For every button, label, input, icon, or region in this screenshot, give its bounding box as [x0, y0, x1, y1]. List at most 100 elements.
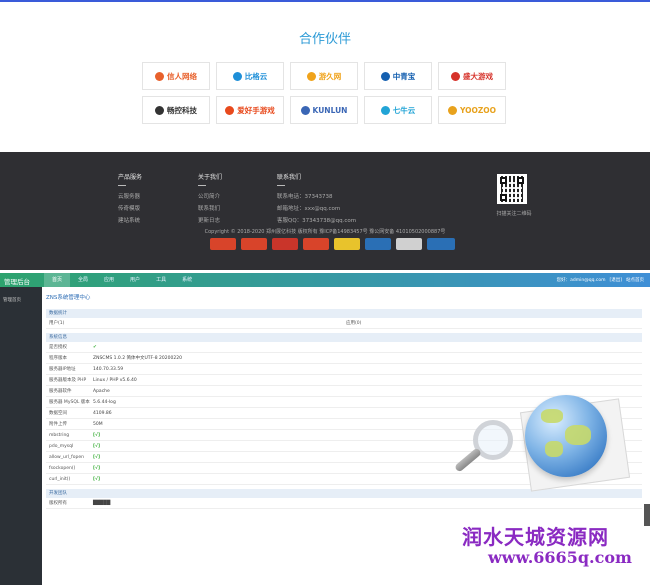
info-label: fsockopen()	[49, 466, 76, 471]
footer-link[interactable]: 传奇模版	[118, 204, 142, 212]
info-value: █████	[93, 501, 111, 506]
trust-badge-icon[interactable]	[334, 238, 360, 250]
footer-divider	[277, 185, 285, 186]
footer-contact-phone: 联系电话：37343738	[277, 194, 333, 200]
nav-item-system[interactable]: 系统	[174, 273, 200, 287]
partner-logo[interactable]: 信人网络	[142, 62, 210, 90]
section-header: 数据统计	[46, 309, 642, 318]
watermark-text: 润水天城资源网	[462, 525, 609, 549]
partner-logo-icon	[225, 105, 235, 115]
info-label: 服务器IP地址	[49, 367, 76, 372]
footer-link[interactable]: 云服务器	[118, 192, 142, 200]
logout-link[interactable]: [退出]	[609, 277, 622, 283]
info-label: 服务器软件	[49, 389, 72, 394]
copyright-text: Copyright © 2018-2020 郑州展亿科技 版权所有 豫ICP备1…	[204, 229, 446, 235]
info-label: pdo_mysql	[49, 444, 74, 449]
info-value: [√]	[93, 444, 101, 449]
info-value: Linux / PHP v5.6.40	[93, 378, 137, 383]
partner-logo[interactable]: 畅控科技	[142, 96, 210, 124]
partner-logo[interactable]: 爱好手游戏	[216, 96, 284, 124]
trust-badge-icon[interactable]	[396, 238, 422, 250]
partner-logo[interactable]: 盛大游戏	[438, 62, 506, 90]
info-label: 附件上传	[49, 422, 67, 427]
partners-title: 合作伙伴	[298, 32, 351, 47]
partner-logo-label: 盛大游戏	[463, 71, 493, 81]
footer-column-products: 产品服务 云服务器 传奇模版 建站系统	[118, 172, 142, 228]
trust-badge-icon[interactable]	[272, 238, 298, 250]
info-label: curl_init()	[49, 477, 71, 482]
info-value: [√]	[93, 433, 101, 438]
page-title: ZNS系统管理中心	[46, 295, 91, 301]
footer-column-title: 联系我们	[277, 174, 302, 181]
partner-logo-icon	[451, 71, 460, 81]
trust-badges	[210, 238, 455, 250]
trust-badge-icon[interactable]	[210, 238, 236, 250]
partner-logo-icon	[155, 71, 164, 81]
footer-link[interactable]: 联系我们	[198, 204, 222, 212]
footer-divider	[198, 185, 206, 186]
info-label: 应用(0)	[346, 321, 362, 326]
trust-badge-icon[interactable]	[241, 238, 267, 250]
admin-sidebar: 管理首页	[0, 287, 42, 585]
magnifier-handle	[453, 447, 483, 473]
footer-column-title: 产品服务	[118, 174, 143, 181]
info-value: 50M	[93, 422, 103, 427]
partner-logo[interactable]: 中青宝	[364, 62, 432, 90]
info-row: 程序版本 ZNSCMS 1.0.2 简体中文UTF-8 20200220	[46, 353, 642, 364]
admin-nav: 首页 全局 应用 用户 工具 系统	[44, 273, 200, 287]
info-label: 是否授权	[49, 345, 67, 350]
footer-column-contact: 联系我们 联系电话：37343738 邮箱地址：xxx@qq.com 客服QQ：…	[277, 172, 356, 228]
partner-logo[interactable]: 七牛云	[364, 96, 432, 124]
watermark-url: www.6665q.com	[488, 548, 632, 567]
trust-badge-icon[interactable]	[427, 238, 455, 250]
info-row: 服务器版本及 PHP Linux / PHP v5.6.40	[46, 375, 642, 386]
partner-logo-icon	[300, 105, 310, 115]
info-label: 用户(1)	[49, 321, 65, 326]
info-value: ZNSCMS 1.0.2 简体中文UTF-8 20200220	[93, 356, 182, 361]
footer-divider	[118, 185, 126, 186]
section-header: 系统信息	[46, 333, 642, 342]
qr-caption: 扫描关注二维码	[496, 211, 532, 217]
info-value: Apache	[93, 389, 110, 394]
trust-badge-icon[interactable]	[365, 238, 391, 250]
info-row: 用户(1) 应用(0)	[46, 318, 642, 329]
partner-logo-grid: 信人网络 比格云 游久网 中青宝 盛大游戏畅控科技 爱好手游戏 KUNLUN 七牛云 YOOZO…	[142, 62, 508, 124]
footer-link[interactable]: 建站系统	[118, 216, 142, 224]
globe-icon	[525, 395, 607, 477]
nav-item-home[interactable]: 首页	[44, 273, 71, 287]
globe-magnifier-illustration	[453, 390, 640, 500]
partner-logo-icon	[380, 71, 390, 81]
partner-logo-label: 中青宝	[392, 71, 416, 81]
partner-logo-label: 游久网	[318, 71, 342, 81]
info-label: 数据空间	[49, 411, 67, 416]
partner-logo-label: YOOZOO	[459, 105, 497, 115]
info-value: [√]	[93, 466, 101, 471]
partner-logo[interactable]: 游久网	[290, 62, 358, 90]
partner-logo-label: 信人网络	[167, 71, 197, 81]
info-label: 程序版本	[49, 356, 67, 361]
partner-logo[interactable]: KUNLUN	[290, 96, 358, 124]
footer-contact-email: 邮箱地址：xxx@qq.com	[277, 206, 341, 212]
footer-column-about: 关于我们 公司简介 联系我们 更新日志	[198, 172, 222, 228]
admin-topbar: 管理后台 首页 全局 应用 用户 工具 系统 您好：admin@qq.com […	[0, 273, 650, 287]
page: 合作伙伴 信人网络 比格云 游久网 中青宝 盛大游戏畅控科技 爱好手游戏 KUNLUN 七牛云…	[0, 0, 650, 585]
qr-code-icon	[497, 174, 527, 204]
footer-link[interactable]: 公司简介	[198, 192, 222, 200]
partners-section: 合作伙伴 信人网络 比格云 游久网 中青宝 盛大游戏畅控科技 爱好手游戏 KUNLUN 七牛云…	[0, 2, 650, 152]
trust-badge-icon[interactable]	[303, 238, 329, 250]
footer-contact-qq: 客服QQ：37343738@qq.com	[277, 218, 357, 224]
nav-item-apps[interactable]: 应用	[96, 273, 122, 287]
footer-link[interactable]: 更新日志	[198, 216, 222, 224]
partner-logo-label: 七牛云	[392, 105, 416, 115]
sidebar-item-dashboard[interactable]: 管理首页	[3, 297, 21, 303]
nav-item-global[interactable]: 全局	[70, 273, 96, 287]
site-home-link[interactable]: 站点首页	[626, 277, 644, 283]
info-value: 4109.86	[93, 411, 112, 416]
partner-logo[interactable]: YOOZOO	[438, 96, 506, 124]
user-area: 您好：admin@qq.com [退出] 站点首页	[557, 277, 644, 283]
scroll-handle[interactable]	[644, 504, 650, 526]
footer-column-title: 关于我们	[198, 174, 223, 181]
partner-logo[interactable]: 比格云	[216, 62, 284, 90]
nav-item-tools[interactable]: 工具	[148, 273, 174, 287]
nav-item-users[interactable]: 用户	[122, 273, 148, 287]
